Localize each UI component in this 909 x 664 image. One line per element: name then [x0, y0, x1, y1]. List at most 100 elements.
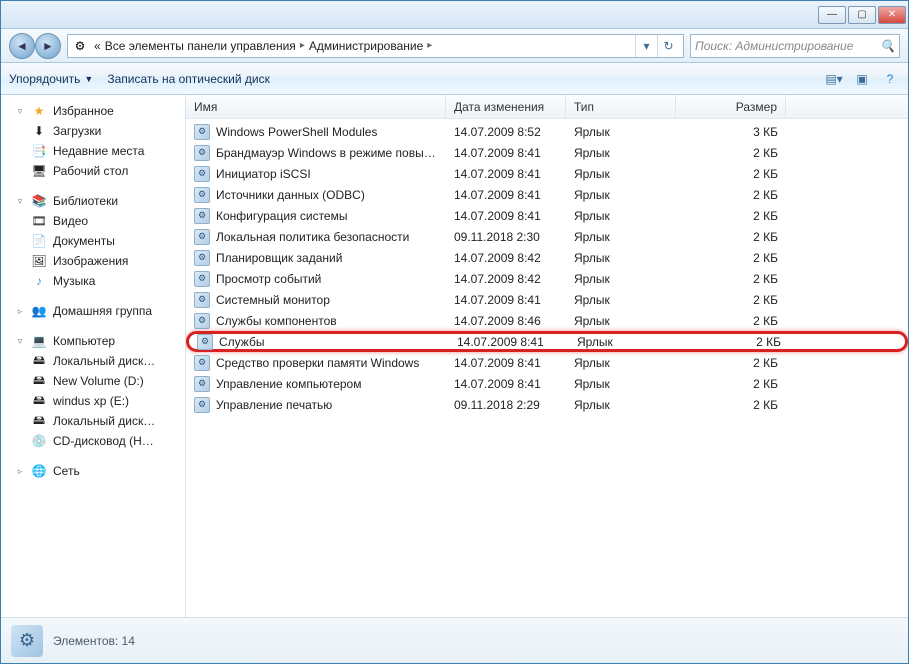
- expand-icon[interactable]: ▹: [15, 306, 25, 317]
- collapse-icon[interactable]: ▿: [15, 106, 25, 117]
- file-date: 14.07.2009 8:41: [446, 167, 566, 181]
- shortcut-icon: ⚙: [194, 145, 210, 161]
- breadcrumb-item[interactable]: Администрирование: [309, 39, 423, 53]
- file-row[interactable]: ⚙Локальная политика безопасности09.11.20…: [186, 226, 908, 247]
- computer-group[interactable]: ▿ 💻 Компьютер: [1, 331, 185, 351]
- file-row[interactable]: ⚙Системный монитор14.07.2009 8:41Ярлык2 …: [186, 289, 908, 310]
- control-panel-icon: ⚙: [72, 38, 88, 54]
- chevron-right-icon[interactable]: ▸: [427, 40, 432, 51]
- file-row[interactable]: ⚙Брандмауэр Windows в режиме повы…14.07.…: [186, 142, 908, 163]
- downloads-icon: ⬇: [31, 123, 47, 139]
- file-list: ⚙ Windows PowerShell Modules 14.07.2009 8:…: [186, 119, 908, 617]
- file-row[interactable]: ⚙Средство проверки памяти Windows14.07.2…: [186, 352, 908, 373]
- toolbar: Упорядочить ▼ Записать на оптический дис…: [1, 63, 908, 95]
- desktop-icon: 🖥: [31, 163, 47, 179]
- sidebar-item-cd-drive[interactable]: 💿CD-дисковод (H…: [1, 431, 185, 451]
- burn-disc-button[interactable]: Записать на оптический диск: [107, 72, 270, 86]
- sidebar-item-drive[interactable]: 🖴windus xp (E:): [1, 391, 185, 411]
- sidebar-item-drive[interactable]: 🖴New Volume (D:): [1, 371, 185, 391]
- file-name: Брандмауэр Windows в режиме повы…: [216, 146, 436, 160]
- file-type: Ярлык: [569, 335, 679, 349]
- sidebar-item-music[interactable]: ♪Музыка: [1, 271, 185, 291]
- file-date: 14.07.2009 8:41: [446, 209, 566, 223]
- file-type: Ярлык: [566, 377, 676, 391]
- breadcrumb-item[interactable]: Все элементы панели управления: [105, 39, 296, 53]
- file-name: Управление печатью: [216, 398, 332, 412]
- help-button[interactable]: ?: [880, 69, 900, 89]
- file-row[interactable]: ⚙Службы компонентов14.07.2009 8:46Ярлык2…: [186, 310, 908, 331]
- breadcrumb[interactable]: ⚙ « Все элементы панели управления ▸ Адм…: [67, 34, 684, 58]
- file-row[interactable]: ⚙Просмотр событий14.07.2009 8:42Ярлык2 К…: [186, 268, 908, 289]
- file-date: 14.07.2009 8:42: [446, 272, 566, 286]
- sidebar-item-drive[interactable]: 🖴Локальный диск…: [1, 411, 185, 431]
- folder-icon: ⚙: [11, 625, 43, 657]
- file-type: Ярлык: [566, 209, 676, 223]
- back-button[interactable]: ◄: [9, 33, 35, 59]
- close-button[interactable]: ✕: [878, 6, 906, 24]
- libraries-group[interactable]: ▿ 📚 Библиотеки: [1, 191, 185, 211]
- sidebar-item-videos[interactable]: 🎞Видео: [1, 211, 185, 231]
- navigation-pane: ▿ ★ Избранное ⬇Загрузки 📑Недавние места …: [1, 95, 186, 617]
- file-row[interactable]: ⚙Инициатор iSCSI14.07.2009 8:41Ярлык2 КБ: [186, 163, 908, 184]
- file-row[interactable]: ⚙Конфигурация системы14.07.2009 8:41Ярлы…: [186, 205, 908, 226]
- chevron-right-icon[interactable]: ▸: [300, 40, 305, 51]
- column-size[interactable]: Размер: [676, 95, 786, 118]
- view-mode-button[interactable]: ▤▾: [824, 69, 844, 89]
- file-name: Источники данных (ODBC): [216, 188, 365, 202]
- file-size: 2 КБ: [679, 335, 789, 349]
- file-date: 14.07.2009 8:41: [446, 356, 566, 370]
- file-type: Ярлык: [566, 230, 676, 244]
- file-row[interactable]: ⚙Службы14.07.2009 8:41Ярлык2 КБ: [186, 331, 908, 352]
- homegroup-icon: 👥: [31, 303, 47, 319]
- sidebar-item-drive[interactable]: 🖴Локальный диск…: [1, 351, 185, 371]
- file-row[interactable]: ⚙Планировщик заданий14.07.2009 8:42Ярлык…: [186, 247, 908, 268]
- sidebar-item-pictures[interactable]: 🖼Изображения: [1, 251, 185, 271]
- homegroup-group[interactable]: ▹ 👥 Домашняя группа: [1, 301, 185, 321]
- computer-icon: 💻: [31, 333, 47, 349]
- file-type: Ярлык: [566, 356, 676, 370]
- dropdown-icon[interactable]: ▾: [635, 35, 657, 57]
- file-type: Ярлык: [566, 146, 676, 160]
- breadcrumb-prefix: «: [94, 39, 101, 53]
- music-icon: ♪: [31, 273, 47, 289]
- file-size: 2 КБ: [676, 167, 786, 181]
- file-size: 2 КБ: [676, 377, 786, 391]
- sidebar-item-documents[interactable]: 📄Документы: [1, 231, 185, 251]
- file-row[interactable]: ⚙Windows PowerShell Modules14.07.2009 8:…: [186, 121, 908, 142]
- file-size: 2 КБ: [676, 230, 786, 244]
- sidebar-item-desktop[interactable]: 🖥Рабочий стол: [1, 161, 185, 181]
- file-size: 2 КБ: [676, 356, 786, 370]
- refresh-icon[interactable]: ↻: [657, 35, 679, 57]
- shortcut-icon: ⚙: [194, 187, 210, 203]
- organize-button[interactable]: Упорядочить ▼: [9, 72, 93, 86]
- expand-icon[interactable]: ▹: [15, 466, 25, 477]
- file-name: Службы: [219, 335, 264, 349]
- file-date: 14.07.2009 8:46: [446, 314, 566, 328]
- documents-icon: 📄: [31, 233, 47, 249]
- explorer-window: — ▢ ✕ ◄ ► ⚙ « Все элементы панели управл…: [0, 0, 909, 664]
- column-name[interactable]: Имя: [186, 95, 446, 118]
- sidebar-item-recent[interactable]: 📑Недавние места: [1, 141, 185, 161]
- file-size: 2 КБ: [676, 251, 786, 265]
- maximize-button[interactable]: ▢: [848, 6, 876, 24]
- file-row[interactable]: ⚙Источники данных (ODBC)14.07.2009 8:41Я…: [186, 184, 908, 205]
- status-bar: ⚙ Элементов: 14: [1, 617, 908, 663]
- minimize-button[interactable]: —: [818, 6, 846, 24]
- column-date[interactable]: Дата изменения: [446, 95, 566, 118]
- shortcut-icon: ⚙: [194, 124, 210, 140]
- cd-icon: 💿: [31, 433, 47, 449]
- search-input[interactable]: Поиск: Администрирование 🔍: [690, 34, 900, 58]
- network-group[interactable]: ▹ 🌐 Сеть: [1, 461, 185, 481]
- file-name: Службы компонентов: [216, 314, 337, 328]
- preview-pane-button[interactable]: ▣: [852, 69, 872, 89]
- file-row[interactable]: ⚙Управление печатью09.11.2018 2:29Ярлык2…: [186, 394, 908, 415]
- column-type[interactable]: Тип: [566, 95, 676, 118]
- file-row[interactable]: ⚙Управление компьютером14.07.2009 8:41Яр…: [186, 373, 908, 394]
- sidebar-item-downloads[interactable]: ⬇Загрузки: [1, 121, 185, 141]
- forward-button[interactable]: ►: [35, 33, 61, 59]
- drive-icon: 🖴: [31, 353, 47, 369]
- favorites-group[interactable]: ▿ ★ Избранное: [1, 101, 185, 121]
- collapse-icon[interactable]: ▿: [15, 196, 25, 207]
- file-name: Windows PowerShell Modules: [216, 125, 377, 139]
- collapse-icon[interactable]: ▿: [15, 336, 25, 347]
